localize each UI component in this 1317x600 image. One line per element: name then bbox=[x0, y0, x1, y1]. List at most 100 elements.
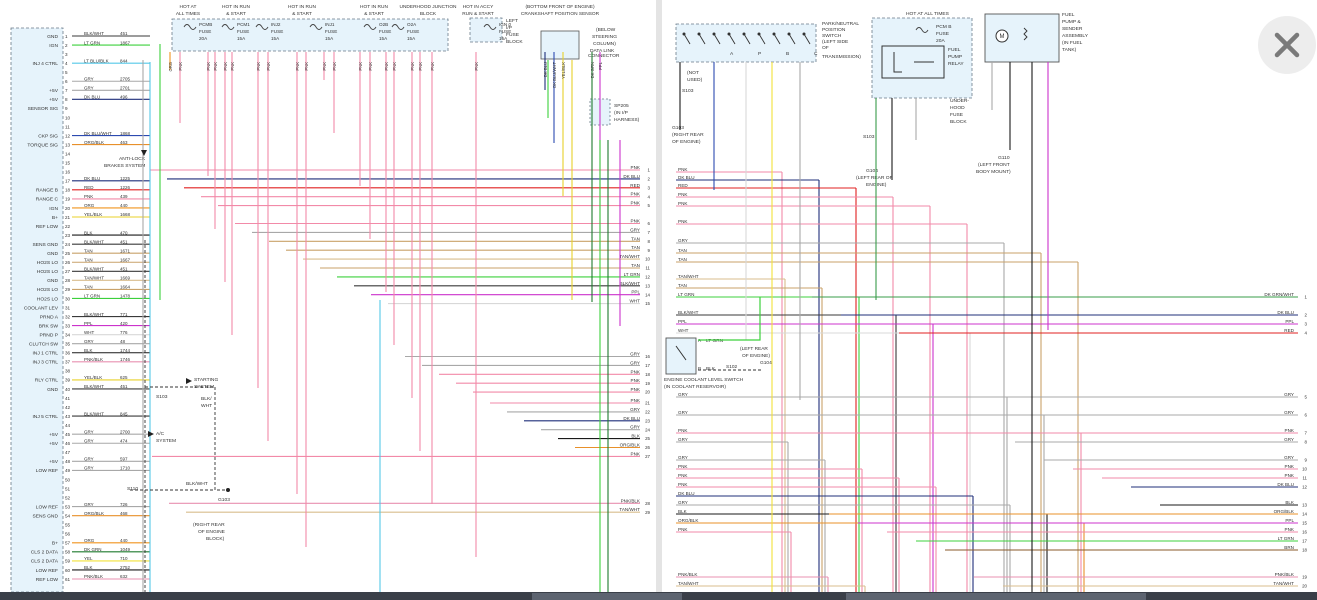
right-edge-wire-number: 7 bbox=[1305, 431, 1308, 436]
right-edge-wire-label: PNK bbox=[1285, 428, 1295, 433]
left-annotation-label: HARNESS) bbox=[614, 117, 640, 123]
pcm-pin-number: 23 bbox=[65, 233, 71, 238]
fuse-header-label: & START bbox=[292, 11, 312, 17]
crankshaft-sensor-box bbox=[540, 30, 580, 60]
pcm-pin-number: 21 bbox=[65, 215, 71, 220]
right-edge-wire-number: 2 bbox=[1305, 313, 1308, 318]
pcm-wire-color-label: WHT bbox=[84, 330, 94, 335]
left-annotation-label: LEFT bbox=[506, 18, 518, 24]
pcm-pin-label: GND bbox=[47, 387, 58, 393]
pn-switch-pin-label: C bbox=[814, 51, 818, 57]
close-button[interactable] bbox=[1258, 16, 1316, 74]
pcm-wire-color-label: LT GRN bbox=[84, 294, 100, 299]
right-edge-wire-number: 27 bbox=[645, 454, 650, 459]
right-edge-wire-label: PNK bbox=[631, 201, 641, 206]
left-edge-wire-label: PNK bbox=[678, 473, 688, 478]
pcm-pin-number: 47 bbox=[65, 450, 71, 455]
pcm-pin-number: 45 bbox=[65, 432, 71, 437]
pcm-wire-color-label: PPL bbox=[84, 321, 93, 326]
pcm-pin-label: +5V bbox=[49, 88, 59, 94]
pcm-pin-number: 4 bbox=[65, 61, 68, 66]
pcm-pin-number: 28 bbox=[65, 278, 71, 283]
right-edge-wire-number: 15 bbox=[645, 301, 650, 306]
pcm-pin-number: 17 bbox=[65, 179, 71, 184]
right-edge-wire-number: 13 bbox=[645, 283, 650, 288]
fuse-name-label: PCM1 bbox=[237, 22, 250, 27]
pcm-pin-number: 3 bbox=[65, 52, 68, 57]
pcm-pin-number: 35 bbox=[65, 342, 71, 347]
right-edge-wire-label: ORG/BLK bbox=[620, 443, 641, 448]
pcm-wire-color-label: BLK/WHT bbox=[84, 312, 104, 317]
fuel-pump-motor-glyph: M bbox=[1000, 34, 1005, 40]
pcm-wire-color-label: GRY bbox=[84, 457, 94, 462]
left-annotation-label: BRAKES SYSTEM bbox=[104, 163, 145, 169]
right-edge-wire-label: GRY bbox=[630, 352, 640, 357]
pcm-pin-label: PRND A bbox=[40, 314, 59, 320]
left-annotation-label: SYSTEM bbox=[156, 438, 176, 444]
pcm-pin-label: +5V bbox=[49, 432, 59, 438]
left-edge-wire-label: GRY bbox=[678, 392, 688, 397]
left-annotation-label: ANTI-LOCK bbox=[119, 156, 146, 162]
left-annotation-label: FUSE bbox=[506, 32, 520, 38]
fuse-name-label: O2B bbox=[379, 22, 388, 27]
left-annotation-label: G103 bbox=[218, 497, 230, 503]
right-edge-wire-number: 3 bbox=[648, 185, 651, 190]
fuse-drop-wire-label: DK BLU bbox=[543, 62, 548, 77]
fuse-name-label: O2A bbox=[407, 22, 417, 27]
coolant-ground-note: OF ENGINE) bbox=[742, 353, 770, 359]
pcm-wire-circuit-label: 451 bbox=[120, 267, 128, 272]
pcm-wire-circuit-label: 2752 bbox=[120, 565, 131, 570]
right-edge-wire-label: DK GRN/WHT bbox=[1264, 292, 1294, 297]
left-edge-wire-label: PNK bbox=[678, 464, 688, 469]
right-edge-wire-number: 18 bbox=[645, 372, 650, 377]
pcm-pin-number: 55 bbox=[65, 523, 71, 528]
left-edge-wire-label: ORG/BLK bbox=[678, 518, 699, 523]
pcm-wire-color-label: ORG/BLK bbox=[84, 140, 104, 145]
ac-system-arrow-icon bbox=[148, 431, 154, 437]
fuse-name-label: PCMB bbox=[199, 22, 212, 27]
right-edge-wire-label: BLK bbox=[631, 434, 641, 439]
pcm-pin-label: RANGE B bbox=[36, 188, 58, 194]
right-edge-wire-number: 6 bbox=[1305, 413, 1308, 418]
fuse-drop-wire-label: ORG bbox=[168, 62, 173, 72]
pcm-pin-number: 33 bbox=[65, 323, 71, 328]
right-annotation-label: (RIGHT REAR bbox=[672, 132, 704, 138]
right-edge-wire-label: GRY bbox=[1284, 392, 1294, 397]
right-edge-wire-number: 4 bbox=[1305, 331, 1308, 336]
pcm-pin-label: REF LOW bbox=[36, 224, 59, 230]
right-edge-wire-label: DK BLU bbox=[623, 416, 640, 421]
right-edge-wire-label: TAN/WHT bbox=[619, 254, 640, 259]
right-edge-wire-number: 4 bbox=[648, 194, 651, 199]
right-annotation-label: (LEFT SIDE bbox=[822, 39, 849, 45]
pcm-wire-color-label: DK BLU/WHT bbox=[84, 131, 112, 136]
pcm-pin-number: 11 bbox=[65, 124, 70, 129]
left-annotation-label: STEERING bbox=[592, 34, 617, 40]
right-annotation-label: G103 bbox=[672, 125, 684, 131]
pcm-wire-circuit-label: 1671 bbox=[120, 248, 131, 253]
fuse-header-label: BLOCK bbox=[420, 11, 437, 17]
right-annotation-label: FUEL bbox=[948, 47, 961, 53]
pcm-wire-color-label: TAN/WHT bbox=[84, 276, 104, 281]
pcm-wire-circuit-label: 440 bbox=[120, 538, 128, 543]
pcm-wire-color-label: GRY bbox=[84, 438, 94, 443]
pcm-wire-color-label: TAN bbox=[84, 257, 93, 262]
pcm-pin-number: 5 bbox=[65, 70, 68, 75]
left-edge-wire-label: PNK bbox=[678, 219, 688, 224]
coolant-wire-a-label: LT GRN bbox=[706, 338, 724, 344]
right-edge-wire-number: 24 bbox=[645, 427, 650, 432]
fuse-amp-label: 15A bbox=[271, 36, 280, 41]
fuse-drop-wire-label: PNK bbox=[430, 62, 435, 71]
fuse-drop-wire-label: PNK bbox=[322, 62, 327, 71]
pcm-wire-circuit-label: 1744 bbox=[120, 348, 131, 353]
left-edge-wire-label: GRY bbox=[678, 437, 688, 442]
right-edge-wire-number: 11 bbox=[1302, 476, 1307, 481]
left-edge-wire-label: WHT bbox=[678, 328, 689, 333]
right-edge-wire-label: GRY bbox=[630, 425, 640, 430]
pcm-wire-color-label: LT GRN bbox=[84, 40, 100, 45]
left-edge-wire-label: PNK/BLK bbox=[678, 572, 698, 577]
pcm-pin-number: 20 bbox=[65, 206, 71, 211]
right-edge-wire-number: 12 bbox=[1302, 485, 1307, 490]
pcm-wire-circuit-label: 771 bbox=[120, 312, 128, 317]
right-edge-wire-label: PPL bbox=[631, 290, 640, 295]
fuse-drop-wire-label: PNK bbox=[223, 62, 228, 71]
